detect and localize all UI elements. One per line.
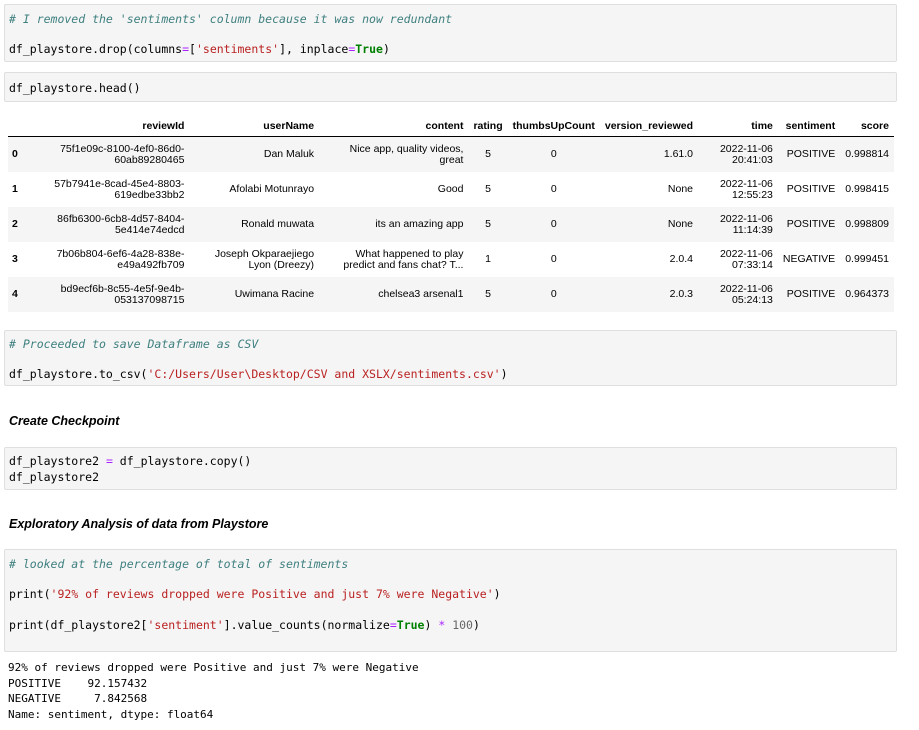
table-row: 1 57b7941e-8cad-45e4-8803- 619edbe33bb2 A…: [12, 177, 889, 201]
code-cell-copy[interactable]: df_playstore2 = df_playstore.copy() df_p…: [4, 447, 897, 490]
column-header: version_reviewed: [599, 116, 699, 137]
code-cell-analysis[interactable]: # looked at the percentage of total of s…: [4, 549, 897, 652]
column-header: [8, 116, 30, 137]
column-header: thumbsUpCount: [507, 116, 600, 137]
scrollbar[interactable]: [905, 0, 919, 730]
code-line: print(df_playstore2['sentiment'].value_c…: [9, 618, 480, 632]
table-row: 0 75f1e09c-8100-4ef0-86d0- 60ab89280465 D…: [8, 136, 894, 172]
column-header: reviewId: [29, 116, 190, 137]
column-header: userName: [189, 116, 320, 137]
code-line: df_playstore.head(): [9, 81, 141, 95]
table-row: 3 7b06b804-6ef6-4a28-838e-e49a492fb709 J…: [12, 247, 889, 271]
table-header-row: reviewId userName content rating thumbsU…: [8, 116, 894, 137]
column-header: content: [319, 116, 469, 137]
code-line: df_playstore2: [9, 470, 100, 484]
output-line: Name: sentiment, dtype: float64: [8, 707, 214, 721]
markdown-heading-checkpoint: Create Checkpoint: [9, 414, 120, 428]
code-line: df_playstore2 = df_playstore.copy(): [9, 454, 252, 468]
code-cell-save-csv[interactable]: # Proceeded to save Dataframe as CSV df_…: [4, 330, 897, 386]
code-comment: # Proceeded to save Dataframe as CSV: [9, 337, 259, 351]
output-line: NEGATIVE 7.842568: [8, 692, 148, 705]
output-line: POSITIVE 92.157432: [8, 676, 148, 690]
code-comment: # looked at the percentage of total of s…: [9, 557, 349, 571]
table-row: 4 bd9ecf6b-8c55-4e5f-9e4b- 053137098715 U…: [8, 277, 894, 312]
column-header: rating: [468, 116, 508, 137]
code-cell-drop[interactable]: # I removed the 'sentiments' column beca…: [4, 4, 897, 62]
code-line: print('92% of reviews dropped were Posit…: [9, 587, 501, 601]
markdown-heading-exploratory: Exploratory Analysis of data from Playst…: [9, 517, 269, 531]
column-header: sentiment: [777, 116, 841, 137]
dataframe-table: reviewId userName content rating thumbsU…: [8, 116, 894, 312]
code-comment: # I removed the 'sentiments' column beca…: [9, 12, 453, 26]
cell-output: 92% of reviews dropped were Positive and…: [8, 660, 419, 722]
dataframe-output: reviewId userName content rating thumbsU…: [8, 116, 895, 312]
code-line: df_playstore.to_csv('C:/Users/User\Deskt…: [9, 367, 508, 381]
code-line: df_playstore.drop(columns=['sentiments']…: [9, 42, 390, 56]
column-header: score: [840, 116, 894, 137]
table-row: 2 86fb6300-6cb8-4d57-8404- 5e414e74edcd R…: [8, 207, 894, 242]
output-line: 92% of reviews dropped were Positive and…: [8, 661, 419, 674]
column-header: time: [698, 116, 778, 137]
code-cell-head[interactable]: df_playstore.head(): [4, 72, 897, 102]
